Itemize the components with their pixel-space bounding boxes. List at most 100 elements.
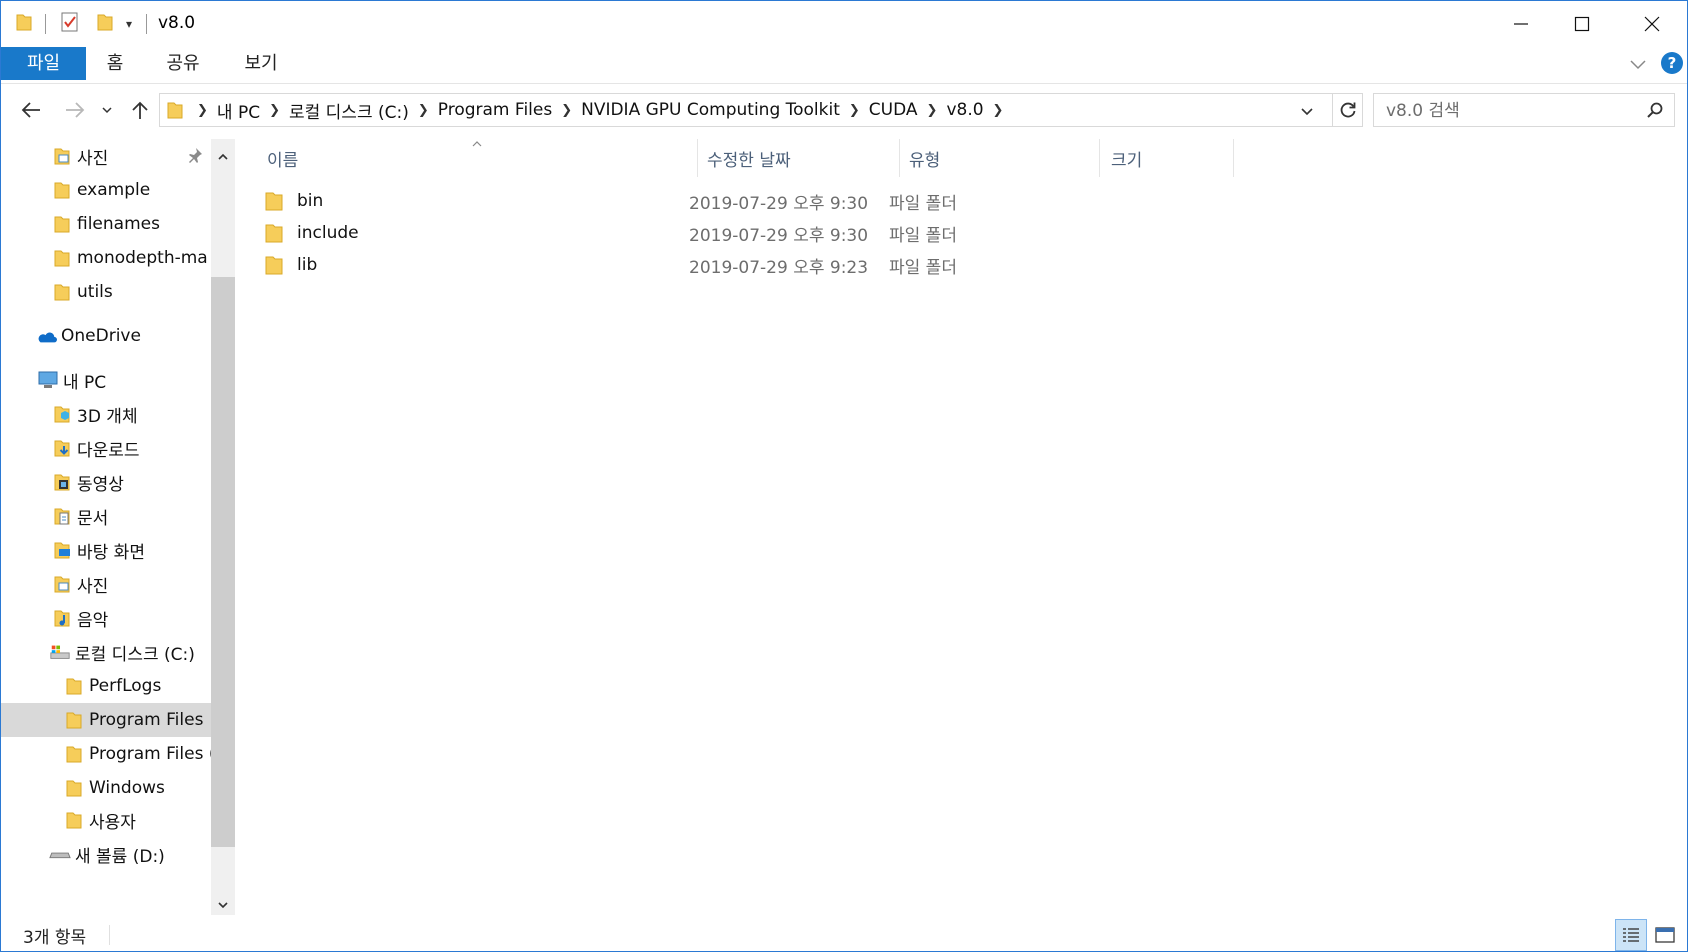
nav-item-perflogs[interactable]: PerfLogs (1, 669, 235, 703)
nav-item-documents[interactable]: 문서 (1, 499, 235, 533)
nav-item-filenames[interactable]: filenames (1, 207, 235, 241)
scrollbar-thumb[interactable] (211, 277, 235, 847)
nav-item-program-files-x86[interactable]: Program Files ( (1, 737, 235, 771)
drive-icon (49, 843, 71, 865)
maximize-button[interactable] (1546, 1, 1617, 47)
column-header-size[interactable]: 크기 (1111, 139, 1211, 177)
help-icon[interactable]: ? (1661, 52, 1683, 74)
nav-item-label: PerfLogs (89, 676, 162, 696)
nav-item-local-disk[interactable]: 로컬 디스크 (C:) (1, 635, 235, 669)
nav-item-onedrive[interactable]: OneDrive (1, 319, 235, 353)
table-row[interactable]: lib 2019-07-29 오후 9:23 파일 폴더 (259, 249, 1359, 281)
new-folder-icon[interactable] (96, 12, 114, 36)
tab-home[interactable]: 홈 (97, 47, 133, 80)
nav-item-users[interactable]: 사용자 (1, 803, 235, 837)
column-header-type[interactable]: 유형 (909, 139, 1089, 177)
nav-item-volume-d[interactable]: 새 볼륨 (D:) (1, 837, 235, 871)
customize-toolbar-chevron-icon[interactable]: ▾ (126, 17, 132, 31)
ribbon-tabs: 파일 홈 공유 보기 ? (1, 47, 1687, 84)
nav-item-music[interactable]: 음악 (1, 601, 235, 635)
nav-item-this-pc[interactable]: 내 PC (1, 363, 235, 397)
breadcrumb-nvidia-toolkit[interactable]: NVIDIA GPU Computing Toolkit (577, 100, 844, 120)
nav-item-example[interactable]: example (1, 173, 235, 207)
address-history-chevron-icon[interactable] (1300, 103, 1314, 122)
nav-item-label: 사진 (77, 576, 109, 597)
breadcrumb-v8[interactable]: v8.0 (942, 100, 987, 120)
close-icon (1644, 16, 1659, 32)
pin-icon (187, 147, 203, 167)
breadcrumb-cuda[interactable]: CUDA (865, 100, 922, 120)
table-row[interactable]: include 2019-07-29 오후 9:30 파일 폴더 (259, 217, 1359, 249)
nav-item-label: 다운로드 (77, 440, 140, 461)
folder-icon (63, 777, 85, 799)
file-date: 2019-07-29 오후 9:23 (689, 257, 869, 278)
item-count: 3개 항목 (23, 928, 87, 948)
nav-item-utils[interactable]: utils (1, 275, 235, 309)
column-header-date[interactable]: 수정한 날짜 (707, 139, 887, 177)
folder-icon (264, 190, 284, 217)
scroll-up-chevron-icon[interactable] (217, 147, 229, 166)
back-button[interactable] (15, 95, 47, 125)
file-name: include (297, 223, 359, 243)
breadcrumb-chevron-icon[interactable]: ❯ (988, 103, 1009, 118)
folder-icon (63, 709, 85, 731)
large-icons-view-button[interactable] (1649, 919, 1681, 951)
details-view-button[interactable] (1615, 919, 1647, 951)
breadcrumb-chevron-icon[interactable]: ❯ (192, 103, 213, 118)
breadcrumb-chevron-icon[interactable]: ❯ (922, 103, 943, 118)
folder-icon (63, 809, 85, 831)
tab-share[interactable]: 공유 (159, 47, 207, 80)
breadcrumb-local-disk[interactable]: 로컬 디스크 (C:) (285, 98, 413, 123)
window-title: v8.0 (158, 13, 196, 33)
breadcrumb-chevron-icon[interactable]: ❯ (556, 103, 577, 118)
recent-locations-button[interactable] (99, 95, 115, 125)
file-type: 파일 폴더 (889, 225, 957, 246)
explorer-window: ▾ v8.0 파일 홈 공유 보기 ? ❯ 내 PC ❯ 로컬 디스크 (C:)… (0, 0, 1688, 952)
nav-item-3d-objects[interactable]: 3D 개체 (1, 397, 235, 431)
nav-item-pictures[interactable]: 사진 (1, 567, 235, 601)
breadcrumb-chevron-icon[interactable]: ❯ (264, 103, 285, 118)
nav-item-windows[interactable]: Windows (1, 771, 235, 805)
column-divider[interactable] (1233, 139, 1234, 177)
nav-item-desktop[interactable]: 바탕 화면 (1, 533, 235, 567)
folder-icon (63, 743, 85, 765)
table-row[interactable]: bin 2019-07-29 오후 9:30 파일 폴더 (259, 185, 1359, 217)
nav-item-videos[interactable]: 동영상 (1, 465, 235, 499)
search-icon[interactable] (1646, 101, 1664, 123)
details-view-icon (1623, 928, 1639, 942)
folder-icon (63, 675, 85, 697)
column-header-name[interactable]: 이름 (267, 139, 667, 177)
file-name: bin (297, 191, 324, 211)
close-button[interactable] (1616, 1, 1687, 47)
file-date: 2019-07-29 오후 9:30 (689, 193, 869, 214)
column-divider[interactable] (899, 139, 900, 177)
onedrive-cloud-icon (35, 325, 57, 347)
folder-icon (15, 12, 33, 36)
nav-item-monodepth[interactable]: monodepth-ma (1, 241, 235, 275)
nav-item-program-files[interactable]: Program Files (1, 703, 235, 737)
breadcrumb-this-pc[interactable]: 내 PC (213, 98, 264, 123)
properties-icon[interactable] (60, 11, 80, 37)
expand-ribbon-chevron-icon[interactable] (1629, 55, 1647, 74)
forward-button[interactable] (59, 95, 91, 125)
scroll-down-chevron-icon[interactable] (217, 895, 229, 914)
breadcrumb-program-files[interactable]: Program Files (434, 100, 556, 120)
refresh-button[interactable] (1333, 93, 1363, 127)
3d-objects-icon (51, 403, 73, 425)
folder-icon (51, 213, 73, 235)
column-divider[interactable] (1099, 139, 1100, 177)
address-bar[interactable]: ❯ 내 PC ❯ 로컬 디스크 (C:) ❯ Program Files ❯ N… (159, 93, 1333, 127)
breadcrumb-chevron-icon[interactable]: ❯ (413, 103, 434, 118)
up-button[interactable] (125, 95, 155, 125)
tab-view[interactable]: 보기 (237, 47, 285, 80)
separator (109, 925, 110, 945)
forward-arrow-icon (66, 102, 85, 118)
nav-item-label: filenames (77, 214, 160, 234)
nav-item-downloads[interactable]: 다운로드 (1, 431, 235, 465)
search-input[interactable] (1384, 95, 1638, 127)
nav-item-label: 3D 개체 (77, 406, 138, 427)
nav-item-label: 로컬 디스크 (C:) (75, 644, 195, 665)
breadcrumb-chevron-icon[interactable]: ❯ (844, 103, 865, 118)
tab-file[interactable]: 파일 (1, 47, 86, 80)
column-divider[interactable] (697, 139, 698, 177)
